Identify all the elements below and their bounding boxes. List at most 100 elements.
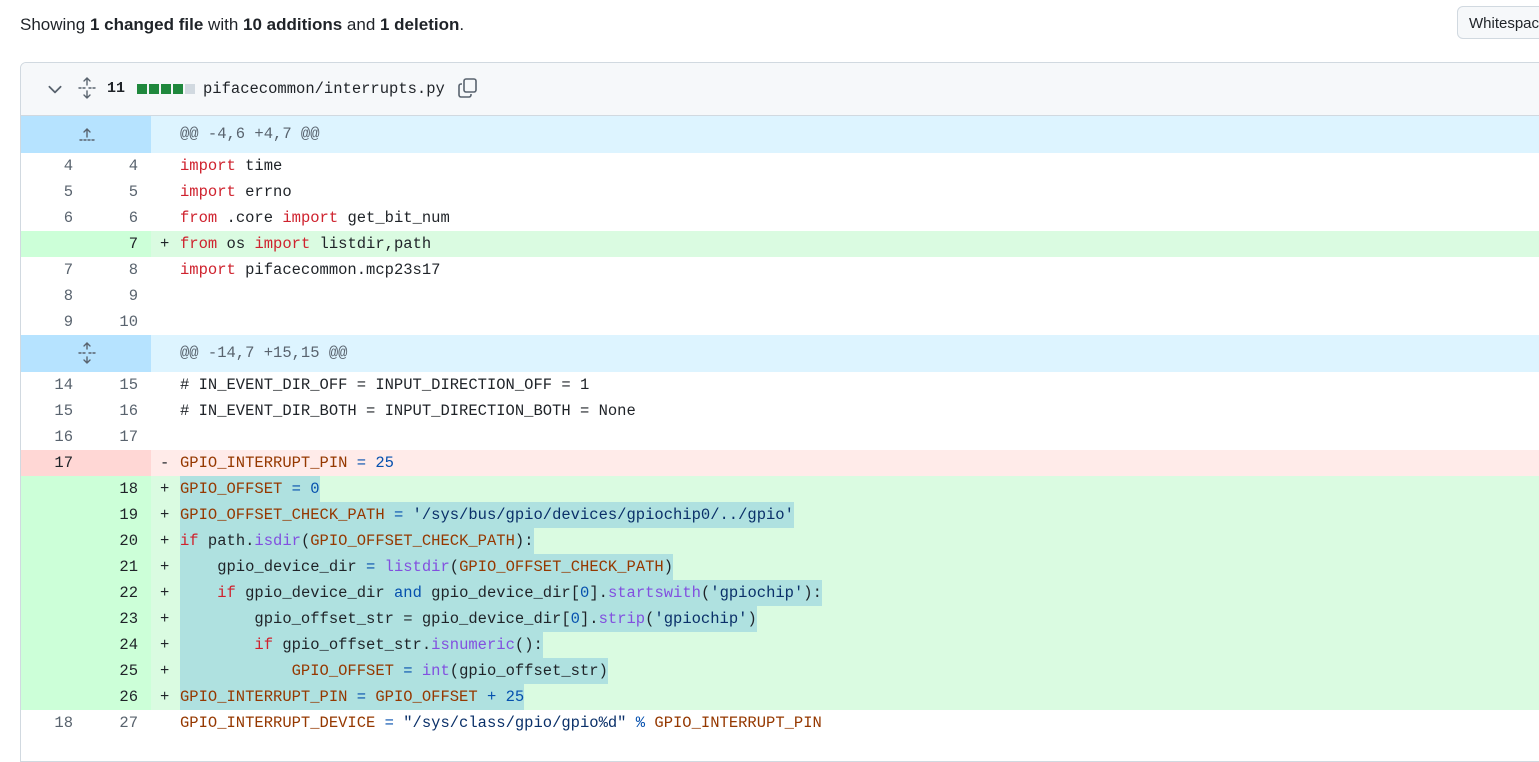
string: '/sys/bus/gpio/devices/gpiochip0/../gpio… [412,506,794,524]
line-number-old[interactable]: 18 [21,710,73,736]
line-number-old[interactable]: 17 [21,450,73,476]
line-number-new[interactable]: 17 [86,424,138,450]
code-text: get_bit_num [338,209,450,227]
code-text: ): [514,532,534,550]
line-number-old[interactable]: 16 [21,424,73,450]
number: 0 [580,584,590,602]
line-number-old[interactable] [21,658,73,684]
summary-text: . [459,15,465,34]
code-line: GPIO_INTERRUPT_DEVICE = "/sys/class/gpio… [180,710,822,736]
code-text: .core [217,209,283,227]
line-number-old[interactable]: 6 [21,205,73,231]
line-number-new[interactable]: 9 [86,283,138,309]
number: 0 [310,480,320,498]
diff-line: 9 10 [21,309,1539,335]
diff-line-deleted: 17 - GPIO_INTERRUPT_PIN = 25 [21,450,1539,476]
identifier: GPIO_INTERRUPT_DEVICE [180,714,376,732]
line-number-new[interactable]: 7 [86,231,138,257]
diff-marker: + [160,532,170,550]
line-number-new[interactable]: 16 [86,398,138,424]
string: 'gpiochip' [654,610,748,628]
identifier: GPIO_INTERRUPT_PIN [654,714,822,732]
line-number-old[interactable]: 7 [21,257,73,283]
function-name: int [421,662,450,680]
code-line: gpio_offset_str = gpio_device_dir[0].str… [180,606,757,632]
keyword: if [217,584,236,602]
chevron-down-icon[interactable] [46,80,64,98]
line-number-new[interactable]: 6 [86,205,138,231]
diff-line-added: 22 + if gpio_device_dir and gpio_device_… [21,580,1539,606]
file-header: 11 pifacecommon/interrupts.py [21,63,1539,116]
line-number-new[interactable]: 15 [86,372,138,398]
line-number-old[interactable] [21,580,73,606]
summary-text: Showing [20,15,90,34]
number: 25 [375,454,394,472]
code-comment: # IN_EVENT_DIR_BOTH = INPUT_DIRECTION_BO… [180,402,636,420]
line-number-old[interactable] [21,606,73,632]
code-text: time [235,157,283,175]
line-number-new[interactable]: 23 [86,606,138,632]
line-number-new[interactable]: 22 [86,580,138,606]
line-number-new[interactable]: 21 [86,554,138,580]
identifier: GPIO_INTERRUPT_PIN [180,688,348,706]
operator: = [282,480,311,498]
line-number-new[interactable]: 5 [86,179,138,205]
line-number-old[interactable] [21,554,73,580]
code-line: from .core import get_bit_num [180,205,450,231]
code-text: ( [300,532,311,550]
unfold-icon[interactable] [77,77,97,99]
line-number-old[interactable] [21,231,73,257]
identifier: GPIO_OFFSET [375,688,478,706]
line-number-new[interactable]: 24 [86,632,138,658]
line-number-new[interactable]: 20 [86,528,138,554]
diff-marker: + [160,688,170,706]
diff-line: 14 15 # IN_EVENT_DIR_OFF = INPUT_DIRECTI… [21,372,1539,398]
diff-marker: - [160,454,170,472]
line-number-old[interactable] [21,528,73,554]
code-line: from os import listdir,path [180,231,431,257]
line-number-new[interactable]: 25 [86,658,138,684]
diff-line: 5 5 import errno [21,179,1539,205]
file-path[interactable]: pifacecommon/interrupts.py [203,78,445,100]
function-name: startswith [607,584,701,602]
line-number-new[interactable]: 8 [86,257,138,283]
line-number-new[interactable]: 19 [86,502,138,528]
line-number-new[interactable]: 4 [86,153,138,179]
hunk-expand-cell[interactable] [21,335,151,372]
code-line: GPIO_OFFSET = 0 [180,476,320,502]
identifier: GPIO_INTERRUPT_PIN [180,454,348,472]
line-number-old[interactable]: 14 [21,372,73,398]
line-number-new[interactable]: 10 [86,309,138,335]
keyword: if [254,636,274,654]
copy-icon[interactable] [457,77,479,99]
line-number-old[interactable]: 4 [21,153,73,179]
whitespace-button[interactable]: Whitespace [1457,6,1539,39]
hunk-expand-cell[interactable] [21,116,151,153]
line-number-old[interactable] [21,502,73,528]
line-number-old[interactable] [21,632,73,658]
change-count: 11 [107,80,126,97]
function-name: strip [598,610,646,628]
line-number-old[interactable] [21,476,73,502]
line-number-new[interactable]: 26 [86,684,138,710]
function-name: isdir [254,532,301,550]
expand-up-icon[interactable] [77,123,97,145]
diff-marker: + [160,235,170,253]
line-number-new[interactable]: 18 [86,476,138,502]
code-text: ): [803,584,822,602]
diff-marker: + [160,506,170,524]
unfold-icon[interactable] [77,342,97,364]
string: 'gpiochip' [710,584,804,602]
diff-marker: + [160,558,170,576]
line-number-new[interactable] [86,450,138,476]
function-name: listdir [384,558,450,576]
line-number-old[interactable]: 9 [21,309,73,335]
line-number-old[interactable]: 5 [21,179,73,205]
line-number-old[interactable] [21,684,73,710]
line-number-old[interactable]: 8 [21,283,73,309]
line-number-new[interactable]: 27 [86,710,138,736]
line-number-old[interactable]: 15 [21,398,73,424]
